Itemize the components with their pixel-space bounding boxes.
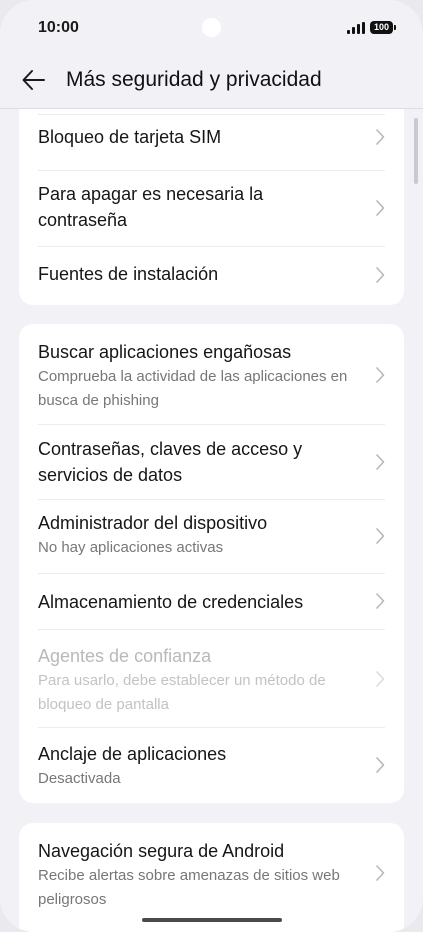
shutdown-password-row[interactable]: Para apagar es necesaria la contraseña xyxy=(19,171,404,246)
settings-card-safe-browsing: Navegación segura de Android Recibe aler… xyxy=(19,823,404,932)
phone-screen: 10:00 100 Más seguridad y privacidad Blo… xyxy=(0,0,423,932)
app-pinning-row[interactable]: Anclaje de aplicaciones Desactivada xyxy=(19,728,404,803)
install-sources-row[interactable]: Fuentes de instalación xyxy=(19,247,404,305)
row-title: Almacenamiento de credenciales xyxy=(38,592,304,612)
chevron-right-icon xyxy=(376,454,385,470)
chevron-right-icon xyxy=(376,757,385,773)
front-camera xyxy=(202,18,221,37)
row-subtitle: Comprueba la actividad de las aplicacion… xyxy=(38,368,348,409)
row-title: Para apagar es necesaria la contraseña xyxy=(38,184,264,230)
settings-list[interactable]: Bloqueo de tarjeta SIM Para apagar es ne… xyxy=(0,109,423,932)
row-title: Bloqueo de tarjeta SIM xyxy=(38,127,222,147)
row-subtitle: Recibe alertas sobre amenazas de sitios … xyxy=(38,867,340,908)
row-title: Agentes de confianza xyxy=(38,646,212,666)
row-title: Anclaje de aplicaciones xyxy=(38,744,227,764)
chevron-right-icon xyxy=(376,129,385,145)
row-title: Contraseñas, claves de acceso y servicio… xyxy=(38,439,303,485)
device-admin-row[interactable]: Administrador del dispositivo No hay apl… xyxy=(19,500,404,573)
row-subtitle: Desactivada xyxy=(38,770,121,787)
back-arrow-icon[interactable] xyxy=(20,66,48,94)
row-title: Fuentes de instalación xyxy=(38,264,219,284)
app-bar: Más seguridad y privacidad xyxy=(0,56,423,108)
page-title: Más seguridad y privacidad xyxy=(66,68,322,91)
signal-icon xyxy=(346,21,365,34)
status-time: 10:00 xyxy=(38,19,79,36)
row-title: Navegación segura de Android xyxy=(38,841,285,861)
sim-card-lock-row[interactable]: Bloqueo de tarjeta SIM xyxy=(19,115,404,159)
deceptive-apps-row[interactable]: Buscar aplicaciones engañosas Comprueba … xyxy=(19,324,404,424)
battery-icon: 100 xyxy=(369,21,397,34)
chevron-right-icon xyxy=(376,200,385,216)
status-icons: 100 xyxy=(346,21,397,34)
trust-agents-row: Agentes de confianza Para usarlo, debe e… xyxy=(19,630,404,727)
chevron-right-icon xyxy=(376,671,385,687)
chevron-right-icon xyxy=(376,593,385,609)
row-title: Buscar aplicaciones engañosas xyxy=(38,342,292,362)
scrollbar[interactable] xyxy=(414,118,418,184)
row-subtitle: No hay aplicaciones activas xyxy=(38,539,224,556)
chevron-right-icon xyxy=(376,528,385,544)
settings-card-sim: Bloqueo de tarjeta SIM Para apagar es ne… xyxy=(19,109,404,305)
row-subtitle: Para usarlo, debe establecer un método d… xyxy=(38,672,326,713)
settings-card-security: Buscar aplicaciones engañosas Comprueba … xyxy=(19,324,404,803)
chevron-right-icon xyxy=(376,267,385,283)
passwords-keys-row[interactable]: Contraseñas, claves de acceso y servicio… xyxy=(19,425,404,499)
home-indicator[interactable] xyxy=(142,918,282,922)
credential-storage-row[interactable]: Almacenamiento de credenciales xyxy=(19,574,404,629)
status-bar: 10:00 100 xyxy=(0,0,423,56)
safe-browsing-row[interactable]: Navegación segura de Android Recibe aler… xyxy=(19,823,404,932)
row-title: Administrador del dispositivo xyxy=(38,513,268,533)
chevron-right-icon xyxy=(376,367,385,383)
chevron-right-icon xyxy=(376,865,385,881)
